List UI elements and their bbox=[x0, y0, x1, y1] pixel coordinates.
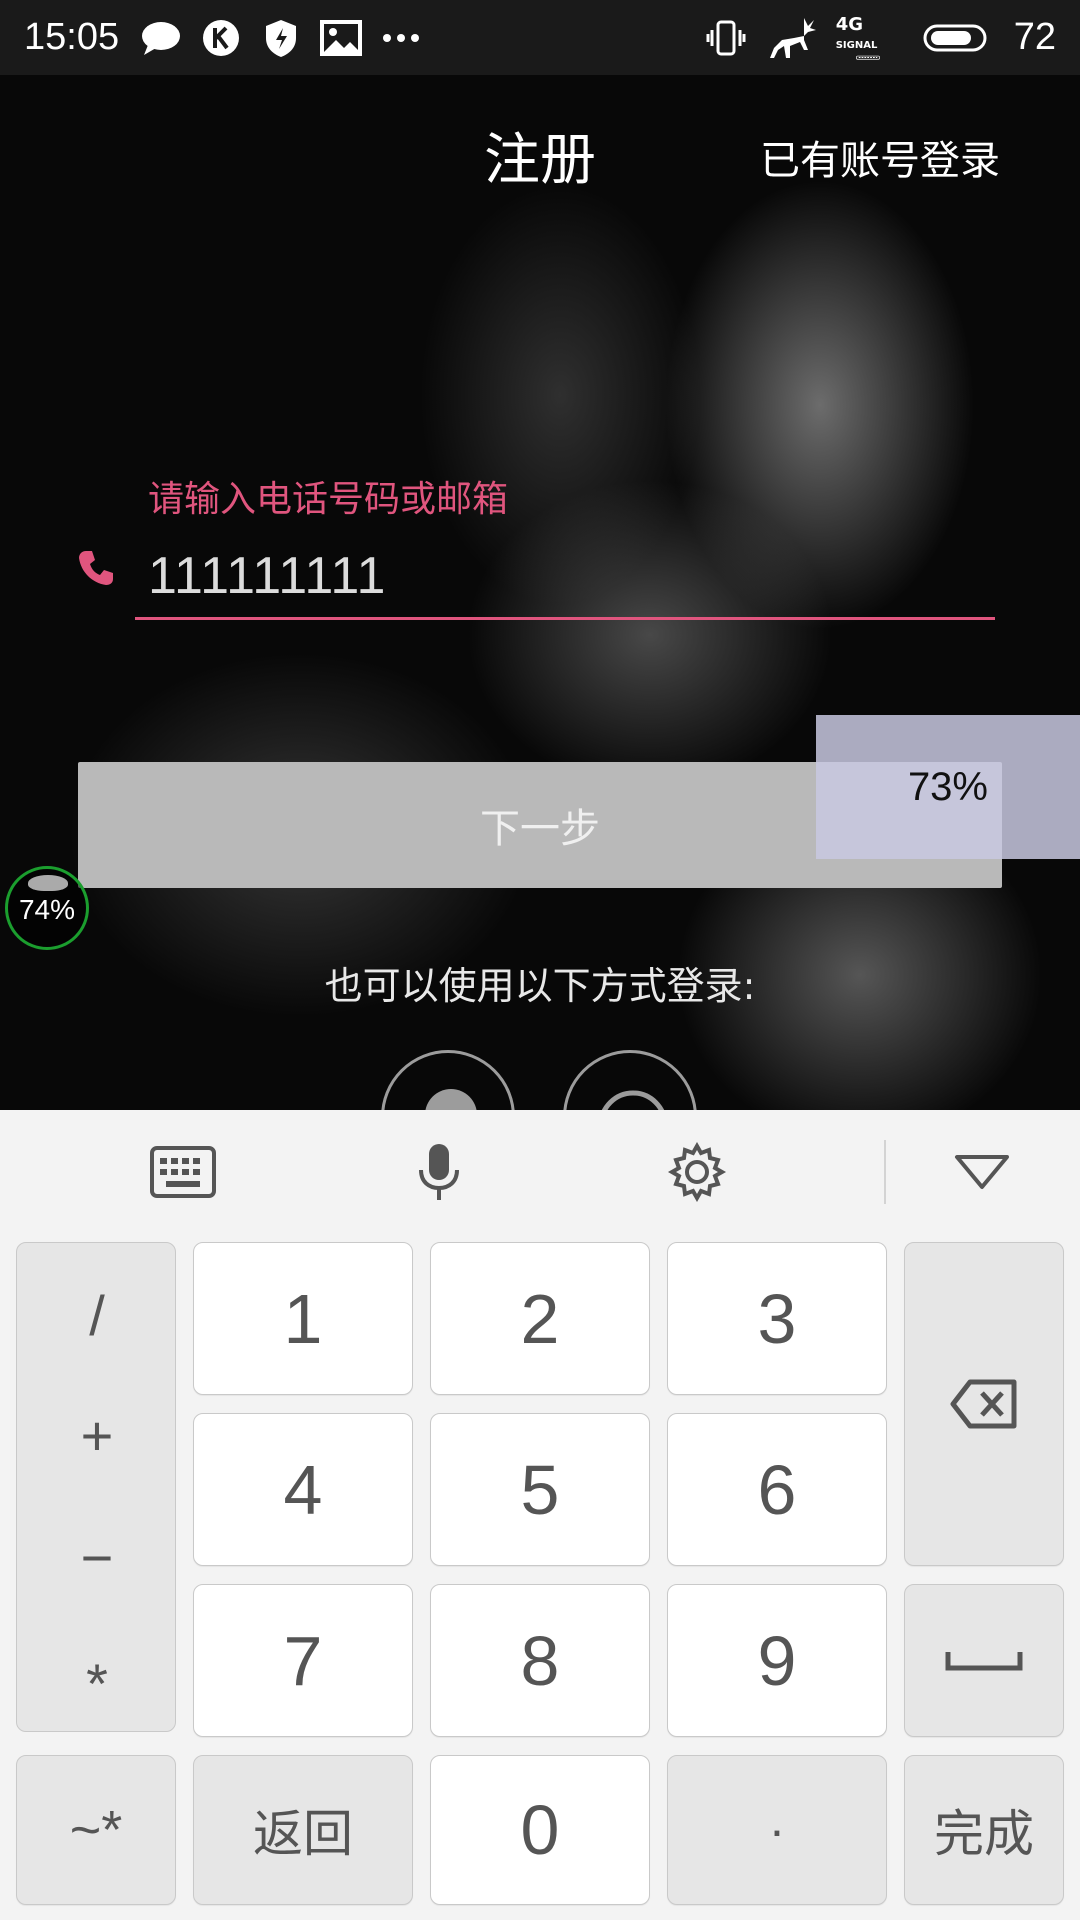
key-7[interactable]: 7 bbox=[193, 1584, 413, 1737]
key-0[interactable]: 0 bbox=[430, 1755, 650, 1905]
status-bar: 15:05 4G SIGNAL 72 bbox=[0, 0, 1080, 75]
battery-icon bbox=[922, 16, 988, 60]
key-4[interactable]: 4 bbox=[193, 1413, 413, 1566]
space-icon bbox=[945, 1651, 1023, 1670]
key-9[interactable]: 9 bbox=[667, 1584, 887, 1737]
symbols-toggle-key[interactable]: ~* bbox=[16, 1755, 176, 1905]
toolbar-divider bbox=[884, 1140, 886, 1204]
keyboard-toolbar bbox=[0, 1110, 1080, 1234]
floating-progress-bubble[interactable]: 74% bbox=[5, 866, 89, 950]
backspace-key[interactable] bbox=[904, 1242, 1064, 1566]
key-6[interactable]: 6 bbox=[667, 1413, 887, 1566]
key-8[interactable]: 8 bbox=[430, 1584, 650, 1737]
dot-key[interactable]: · bbox=[667, 1755, 887, 1905]
alt-login-label: 也可以使用以下方式登录: bbox=[324, 964, 756, 1008]
more-dots-icon bbox=[379, 16, 423, 60]
backspace-icon bbox=[950, 1379, 1017, 1429]
input-underline bbox=[135, 617, 995, 620]
phone-icon bbox=[76, 548, 120, 592]
phone-field-hint: 请输入电话号码或邮箱 bbox=[148, 479, 509, 520]
symbol-key-asterisk[interactable]: * bbox=[17, 1651, 177, 1716]
key-2[interactable]: 2 bbox=[430, 1242, 650, 1395]
image-icon bbox=[319, 16, 363, 60]
signal-icon: 4G SIGNAL bbox=[836, 15, 906, 60]
space-key[interactable] bbox=[904, 1584, 1064, 1737]
bubble-progress-text: 74% bbox=[18, 894, 76, 925]
symbol-key-column[interactable]: / + − * bbox=[16, 1242, 176, 1732]
symbol-key-slash[interactable]: / bbox=[17, 1283, 177, 1348]
key-1[interactable]: 1 bbox=[193, 1242, 413, 1395]
collapse-triangle-icon[interactable] bbox=[947, 1140, 1017, 1204]
vibrate-icon bbox=[704, 16, 748, 60]
chat-bubble-icon bbox=[139, 16, 183, 60]
keyboard-icon[interactable] bbox=[148, 1140, 218, 1204]
existing-account-login-link[interactable]: 已有账号登录 bbox=[760, 128, 1000, 186]
key-5[interactable]: 5 bbox=[430, 1413, 650, 1566]
progress-overlay: 73% bbox=[816, 715, 1080, 859]
overlay-progress-text: 73% bbox=[907, 765, 988, 809]
shield-icon bbox=[259, 16, 303, 60]
back-key[interactable]: 返回 bbox=[193, 1755, 413, 1905]
battery-level: 72 bbox=[1013, 16, 1056, 58]
phone-email-input[interactable] bbox=[148, 540, 990, 612]
symbol-key-minus[interactable]: − bbox=[17, 1525, 177, 1590]
symbol-key-plus[interactable]: + bbox=[17, 1403, 177, 1468]
numeric-keyboard: / + − * 1 2 3 4 5 6 7 8 9 ~* 返回 0 · 完成 bbox=[0, 1110, 1080, 1920]
status-time: 15:05 bbox=[24, 16, 120, 58]
settings-gear-icon[interactable] bbox=[662, 1140, 732, 1204]
key-3[interactable]: 3 bbox=[667, 1242, 887, 1395]
deer-icon bbox=[764, 16, 820, 60]
k-app-icon bbox=[199, 16, 243, 60]
microphone-icon[interactable] bbox=[404, 1140, 474, 1204]
done-key[interactable]: 完成 bbox=[904, 1755, 1064, 1905]
